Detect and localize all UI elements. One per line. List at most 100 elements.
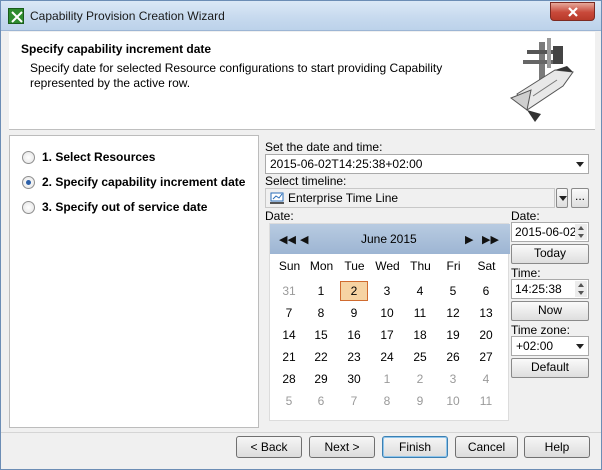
calendar-day[interactable]: 30 xyxy=(340,369,368,389)
spin-down-icon[interactable] xyxy=(575,289,587,297)
step-label: 2. Specify capability increment date xyxy=(42,175,246,189)
steps-panel: 1. Select Resources 2. Specify capabilit… xyxy=(9,135,259,428)
calendar-day[interactable]: 15 xyxy=(307,325,335,345)
calendar-day[interactable]: 24 xyxy=(373,347,401,367)
calendar-day[interactable]: 7 xyxy=(275,303,303,323)
step-label: 3. Specify out of service date xyxy=(42,200,208,214)
weekday-header: Sat xyxy=(477,259,496,273)
close-icon xyxy=(568,7,578,17)
datetime-label: Set the date and time: xyxy=(265,140,383,154)
title-bar: Capability Provision Creation Wizard xyxy=(1,1,601,31)
timezone-label: Time zone: xyxy=(511,323,570,337)
weekday-header: Wed xyxy=(375,259,400,273)
back-button[interactable]: < Back xyxy=(236,436,302,458)
timezone-combo[interactable]: +02:00 xyxy=(511,336,589,356)
calendar-day[interactable]: 4 xyxy=(472,369,500,389)
calendar-day[interactable]: 20 xyxy=(472,325,500,345)
calendar-day[interactable]: 6 xyxy=(472,281,500,301)
calendar-day[interactable]: 3 xyxy=(373,281,401,301)
calendar-day[interactable]: 17 xyxy=(373,325,401,345)
weekday-header: Fri xyxy=(446,259,461,273)
calendar-day[interactable]: 14 xyxy=(275,325,303,345)
weekday-header: Tue xyxy=(344,259,365,273)
calendar-day[interactable]: 5 xyxy=(275,391,303,411)
calendar-day[interactable]: 1 xyxy=(307,281,335,301)
calendar-day[interactable]: 18 xyxy=(406,325,434,345)
calendar-day[interactable]: 9 xyxy=(340,303,368,323)
calendar-date-label: Date: xyxy=(265,209,294,223)
space-shuttle-image xyxy=(509,38,574,122)
calendar-day[interactable]: 29 xyxy=(307,369,335,389)
calendar-day[interactable]: 11 xyxy=(472,391,500,411)
step-specify-out-of-service-date[interactable]: 3. Specify out of service date xyxy=(22,198,207,216)
calendar-day-selected[interactable]: 2 xyxy=(340,281,368,301)
timeline-label: Select timeline: xyxy=(265,174,347,188)
next-month-icon[interactable]: ▶ xyxy=(465,233,473,246)
calendar-day[interactable]: 12 xyxy=(439,303,467,323)
next-button[interactable]: Next > xyxy=(309,436,375,458)
prev-month-icon[interactable]: ◀ xyxy=(300,233,308,246)
timeline-dropdown-button[interactable] xyxy=(556,188,568,208)
timezone-value: +02:00 xyxy=(516,339,554,353)
header-panel: Specify capability increment date Specif… xyxy=(9,32,595,130)
calendar-day[interactable]: 4 xyxy=(406,281,434,301)
calendar-header: ◀◀ ◀ June 2015 ▶ ▶▶ xyxy=(270,224,510,254)
spin-up-icon[interactable] xyxy=(575,224,587,232)
calendar-year: 2015 xyxy=(390,232,417,246)
calendar-day[interactable]: 10 xyxy=(439,391,467,411)
weekday-header: Thu xyxy=(410,259,431,273)
calendar-day[interactable]: 13 xyxy=(472,303,500,323)
radio-icon xyxy=(22,150,35,164)
prev-year-icon[interactable]: ◀◀ xyxy=(279,233,296,246)
calendar-day[interactable]: 31 xyxy=(275,281,303,301)
calendar-day[interactable]: 19 xyxy=(439,325,467,345)
time-spinner[interactable]: 14:25:38 xyxy=(511,279,589,299)
finish-button[interactable]: Finish xyxy=(382,436,448,458)
calendar-day[interactable]: 8 xyxy=(307,303,335,323)
radio-icon xyxy=(22,200,35,214)
timeline-browse-button[interactable]: ... xyxy=(571,188,589,208)
chevron-down-icon[interactable] xyxy=(576,162,584,167)
date-spinner[interactable]: 2015-06-02 xyxy=(511,222,589,242)
step-select-resources[interactable]: 1. Select Resources xyxy=(22,148,155,166)
calendar-day[interactable]: 3 xyxy=(439,369,467,389)
calendar-day[interactable]: 28 xyxy=(275,369,303,389)
weekday-header: Mon xyxy=(309,259,334,273)
timeline-value: Enterprise Time Line xyxy=(288,191,399,205)
window-title: Capability Provision Creation Wizard xyxy=(30,9,225,23)
calendar-day[interactable]: 21 xyxy=(275,347,303,367)
page-title: Specify capability increment date xyxy=(21,42,212,56)
calendar-day[interactable]: 7 xyxy=(340,391,368,411)
today-button[interactable]: Today xyxy=(511,244,589,264)
now-button[interactable]: Now xyxy=(511,301,589,321)
calendar-day[interactable]: 23 xyxy=(340,347,368,367)
datetime-combo[interactable]: 2015-06-02T14:25:38+02:00 xyxy=(265,154,589,174)
next-year-icon[interactable]: ▶▶ xyxy=(482,233,499,246)
calendar-day[interactable]: 10 xyxy=(373,303,401,323)
close-button[interactable] xyxy=(550,2,595,21)
step-specify-increment-date[interactable]: 2. Specify capability increment date xyxy=(22,173,245,191)
calendar-day[interactable]: 5 xyxy=(439,281,467,301)
spin-up-icon[interactable] xyxy=(575,281,587,289)
calendar-day[interactable]: 6 xyxy=(307,391,335,411)
date-form: Set the date and time: 2015-06-02T14:25:… xyxy=(263,135,599,431)
time-value: 14:25:38 xyxy=(515,282,562,296)
default-button[interactable]: Default xyxy=(511,358,589,378)
date-value: 2015-06-02 xyxy=(515,225,577,239)
calendar-day[interactable]: 8 xyxy=(373,391,401,411)
timeline-field[interactable]: Enterprise Time Line xyxy=(265,188,555,208)
spin-down-icon[interactable] xyxy=(575,232,587,240)
help-button[interactable]: Help xyxy=(524,436,590,458)
chevron-down-icon[interactable] xyxy=(576,344,584,349)
calendar-day[interactable]: 22 xyxy=(307,347,335,367)
cancel-button[interactable]: Cancel xyxy=(455,436,518,458)
calendar-day[interactable]: 11 xyxy=(406,303,434,323)
calendar-day[interactable]: 16 xyxy=(340,325,368,345)
calendar-day[interactable]: 27 xyxy=(472,347,500,367)
radio-selected-icon xyxy=(22,175,35,189)
calendar-day[interactable]: 26 xyxy=(439,347,467,367)
calendar-day[interactable]: 2 xyxy=(406,369,434,389)
calendar-day[interactable]: 1 xyxy=(373,369,401,389)
calendar-day[interactable]: 25 xyxy=(406,347,434,367)
calendar-day[interactable]: 9 xyxy=(406,391,434,411)
